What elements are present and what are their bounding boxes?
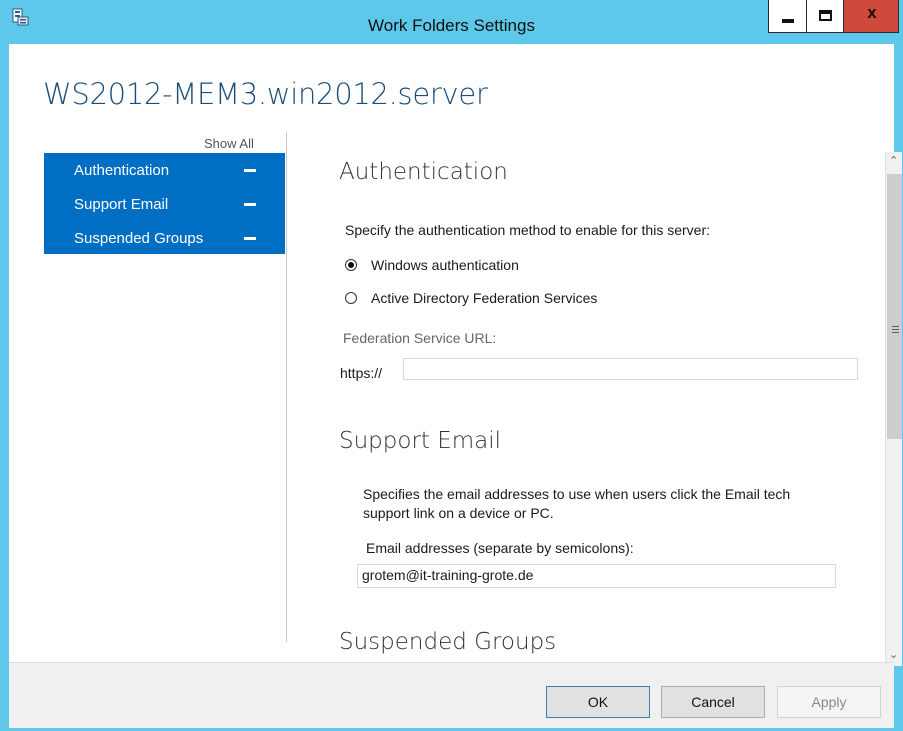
minimize-icon	[782, 19, 794, 23]
server-name-heading: WS2012-MEM3.win2012.server	[43, 77, 488, 111]
scroll-down-icon[interactable]: ⌄	[889, 648, 898, 661]
nav-item-support-email[interactable]: Support Email	[44, 187, 285, 221]
grip-icon	[892, 326, 899, 327]
collapse-icon[interactable]	[244, 169, 256, 172]
collapse-icon[interactable]	[244, 237, 256, 240]
federation-url-label: Federation Service URL:	[343, 330, 497, 346]
dialog-footer: OK Cancel Apply	[9, 662, 894, 728]
show-all-link[interactable]: Show All	[204, 136, 254, 151]
windows-authentication-radio[interactable]	[345, 259, 357, 271]
authentication-section-title: Authentication	[339, 159, 508, 185]
authentication-prompt: Specify the authentication method to ena…	[345, 222, 710, 238]
maximize-icon	[819, 10, 832, 21]
close-icon: x	[867, 3, 877, 22]
adfs-label[interactable]: Active Directory Federation Services	[371, 290, 597, 306]
title-bar[interactable]: Work Folders Settings x	[0, 0, 903, 44]
nav-divider	[286, 132, 287, 642]
close-button[interactable]: x	[843, 0, 899, 33]
support-email-description: Specifies the email addresses to use whe…	[363, 486, 791, 521]
settings-content: WS2012-MEM3.win2012.server Show All Auth…	[9, 44, 902, 666]
collapse-icon[interactable]	[244, 203, 256, 206]
email-field-label: Email addresses (separate by semicolons)…	[366, 540, 634, 556]
email-addresses-input[interactable]: grotem@it-training-grote.de	[357, 564, 836, 588]
ok-button[interactable]: OK	[546, 686, 650, 718]
work-folders-settings-window: Work Folders Settings x WS2012-MEM3.win2…	[0, 0, 903, 731]
federation-url-input[interactable]	[403, 358, 858, 380]
minimize-button[interactable]	[768, 0, 807, 33]
apply-button[interactable]: Apply	[777, 686, 881, 718]
scroll-up-icon[interactable]: ⌃	[889, 154, 898, 167]
adfs-radio[interactable]	[345, 292, 357, 304]
nav-item-label: Suspended Groups	[74, 230, 204, 247]
url-prefix: https://	[340, 365, 383, 381]
nav-item-label: Support Email	[74, 196, 169, 213]
vertical-scrollbar[interactable]: ⌃ ⌄	[885, 152, 902, 666]
nav-item-authentication[interactable]: Authentication	[44, 153, 285, 187]
suspended-groups-section-title: Suspended Groups	[339, 629, 557, 655]
section-nav: Authentication Support Email Suspended G…	[44, 153, 285, 254]
support-email-section-title: Support Email	[339, 428, 502, 454]
scrollbar-thumb[interactable]	[887, 174, 902, 439]
maximize-button[interactable]	[806, 0, 844, 33]
cancel-button[interactable]: Cancel	[661, 686, 765, 718]
nav-item-label: Authentication	[74, 162, 170, 179]
windows-authentication-label[interactable]: Windows authentication	[371, 257, 519, 273]
nav-item-suspended-groups[interactable]: Suspended Groups	[44, 221, 285, 255]
